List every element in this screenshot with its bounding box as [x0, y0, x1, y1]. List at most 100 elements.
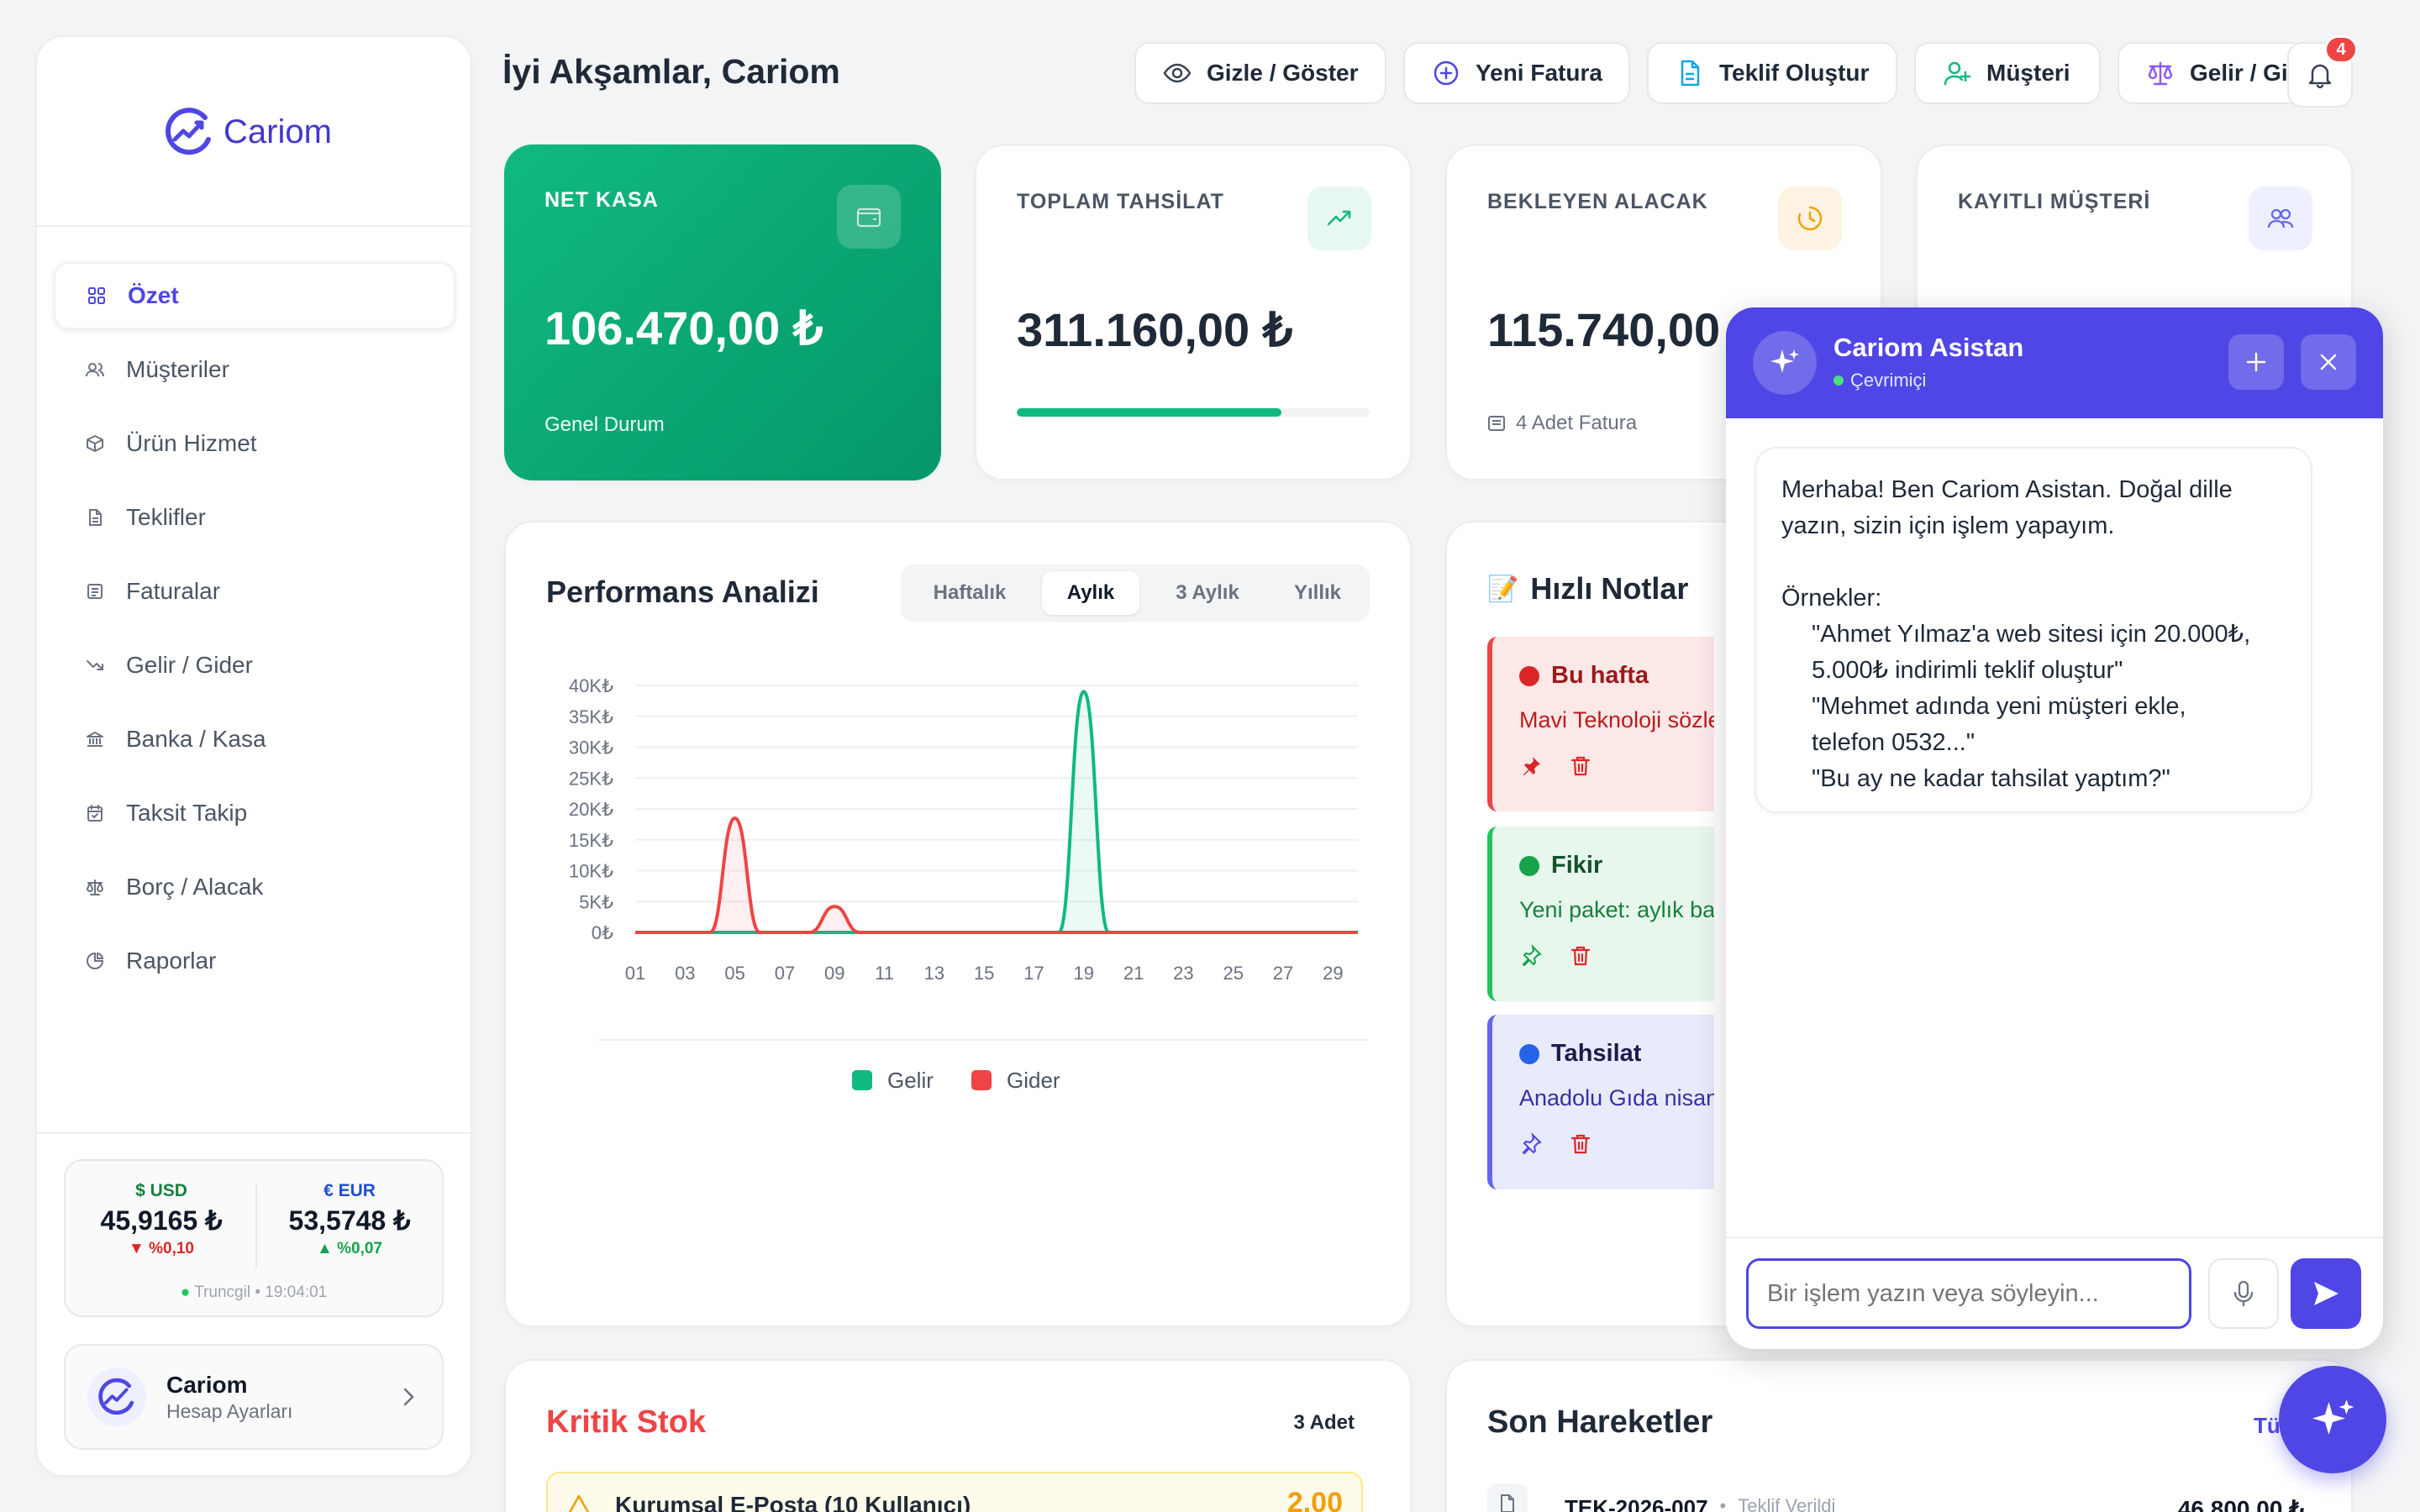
fx-source: ● Truncgil • 19:04:01: [66, 1284, 442, 1302]
cariom-logo-icon: [98, 1378, 134, 1415]
note-card[interactable]: Bu hafta Mavi Teknoloji sözle: [1487, 637, 1714, 811]
sidebar-item-ozet[interactable]: Özet: [54, 262, 455, 329]
send-icon: [2314, 1282, 2338, 1305]
tab-3-aylik[interactable]: 3 Aylık: [1150, 571, 1265, 615]
sidebar-item-label: Faturalar: [126, 578, 221, 604]
critical-stock-count: 3 Adet: [1293, 1411, 1355, 1434]
online-dot-icon: [1833, 375, 1844, 386]
x-tick-label: 11: [875, 963, 894, 984]
assistant-input[interactable]: [1746, 1258, 2191, 1329]
account-name: Cariom: [166, 1371, 248, 1398]
sidebar-item-teklifler[interactable]: Teklifler: [54, 484, 455, 551]
stat-label: BEKLEYEN ALACAK: [1487, 190, 1708, 213]
note-title: Bu hafta: [1551, 662, 1649, 689]
eur-value: 53,5748 ₺: [288, 1205, 411, 1236]
arrow-down-icon: ▼: [129, 1240, 150, 1257]
performance-chart: 0₺ 5K₺ 10K₺ 15K₺ 20K₺ 25K₺ 30K₺ 35K₺ 40K₺ 01 03 05 0…: [569, 675, 1368, 1093]
brand-name: Cariom: [224, 113, 332, 150]
stock-item-qty: 2,00: [1286, 1487, 1343, 1512]
view-all-link[interactable]: Tü: [2254, 1413, 2281, 1439]
usd-change: %0,10: [149, 1240, 194, 1257]
legend-label: Gider: [1007, 1068, 1060, 1093]
stat-footer: 4 Adet Fatura: [1516, 412, 1638, 434]
assistant-status: Çevrimiçi: [1850, 370, 1927, 391]
microphone-icon: [2233, 1280, 2254, 1307]
blue-dot-icon: [1519, 1043, 1539, 1064]
tab-aylik[interactable]: Aylık: [1042, 571, 1139, 615]
warning-icon: [568, 1494, 590, 1512]
voice-input-button[interactable]: [2208, 1258, 2279, 1329]
stat-label: KAYITLI MÜŞTERİ: [1958, 190, 2151, 213]
pin-icon[interactable]: [1519, 754, 1543, 778]
sidebar-item-gelir-gider[interactable]: Gelir / Gider: [54, 632, 455, 699]
cariom-logo-icon: [165, 108, 211, 155]
note-card[interactable]: Tahsilat Anadolu Gıda nisan: [1487, 1015, 1714, 1189]
x-tick-label: 13: [924, 963, 944, 984]
y-tick-label: 25K₺: [569, 768, 613, 789]
usd-label: $ USD: [135, 1181, 187, 1200]
x-tick-label: 07: [775, 963, 795, 984]
scale-icon: [2148, 61, 2173, 86]
sidebar-item-label: Müşteriler: [126, 356, 229, 382]
trash-icon[interactable]: [1570, 754, 1591, 778]
income-expense-button[interactable]: Gelir / Gider: [2118, 42, 2294, 104]
toggle-visibility-button[interactable]: Gizle / Göster: [1134, 42, 1386, 104]
legend-swatch-gider: [971, 1070, 992, 1090]
assistant-name: Cariom Asistan: [1833, 333, 2024, 362]
trash-icon[interactable]: [1570, 1132, 1591, 1156]
message-line: telefon 0532...": [1812, 729, 1975, 756]
clock-icon: [1778, 186, 1842, 250]
stat-value: 115.740,00 ₺: [1487, 303, 1764, 356]
y-tick-label: 0₺: [592, 922, 613, 943]
new-invoice-button[interactable]: Yeni Fatura: [1403, 42, 1630, 104]
assistant-panel: Cariom Asistan Çevrimiçi Merhaba! Ben Ca…: [1726, 307, 2383, 1349]
red-dot-icon: [1519, 665, 1539, 686]
x-tick-label: 15: [974, 963, 994, 984]
sidebar-item-faturalar[interactable]: Faturalar: [54, 558, 455, 625]
button-label: Yeni Fatura: [1476, 60, 1602, 86]
exchange-rates-widget: $ USD 45,9165 ₺ ▼ %0,10 € EUR 53,5748 ₺ …: [64, 1159, 444, 1317]
sidebar-item-musteriler[interactable]: Müşteriler: [54, 336, 455, 403]
message-line: yazın, sizin için işlem yapayım.: [1781, 512, 2115, 539]
scale-icon: [87, 879, 103, 895]
sidebar-item-banka-kasa[interactable]: Banka / Kasa: [54, 706, 455, 773]
grid-icon: [88, 287, 105, 304]
assistant-fab-button[interactable]: [2279, 1366, 2386, 1473]
bank-icon: [87, 732, 103, 747]
sidebar-item-urun-hizmet[interactable]: Ürün Hizmet: [54, 410, 455, 477]
note-title: Tahsilat: [1551, 1040, 1642, 1067]
close-assistant-button[interactable]: [2301, 334, 2356, 390]
trash-icon[interactable]: [1570, 944, 1591, 968]
notes-title: Hızlı Notlar: [1530, 571, 1689, 606]
x-tick-label: 09: [824, 963, 844, 984]
sidebar-item-raporlar[interactable]: Raporlar: [54, 927, 455, 995]
note-card[interactable]: Fikir Yeni paket: aylık bal: [1487, 827, 1714, 1001]
critical-stock-card: Kritik Stok 3 Adet Kurumsal E-Posta (10 …: [504, 1359, 1412, 1512]
x-tick-label: 21: [1123, 963, 1144, 984]
create-quote-button[interactable]: Teklif Oluştur: [1647, 42, 1897, 104]
send-button[interactable]: [2291, 1258, 2361, 1329]
tab-yillik[interactable]: Yıllık: [1272, 571, 1363, 615]
account-settings-button[interactable]: Cariom Hesap Ayarları: [64, 1344, 444, 1450]
notification-badge: 4: [2324, 35, 2358, 64]
x-tick-label: 19: [1074, 963, 1094, 984]
new-chat-button[interactable]: [2228, 334, 2284, 390]
x-tick-label: 27: [1273, 963, 1293, 984]
sidebar-item-borc-alacak[interactable]: Borç / Alacak: [54, 853, 455, 921]
add-customer-button[interactable]: Müşteri: [1914, 42, 2101, 104]
x-tick-label: 25: [1223, 963, 1243, 984]
notifications-button[interactable]: 4: [2287, 35, 2358, 108]
sidebar-item-label: Ürün Hizmet: [126, 430, 257, 456]
stock-item-name: Kurumsal E-Posta (10 Kullanıcı): [615, 1492, 971, 1512]
brand-logo[interactable]: Cariom: [163, 106, 332, 158]
button-label: Gizle / Göster: [1207, 60, 1359, 86]
y-tick-label: 30K₺: [569, 738, 613, 759]
stock-item[interactable]: Kurumsal E-Posta (10 Kullanıcı) 2,00: [546, 1472, 1363, 1512]
live-dot-icon: ●: [180, 1284, 195, 1301]
sidebar-item-taksit-takip[interactable]: Taksit Takip: [54, 780, 455, 847]
x-tick-label: 17: [1023, 963, 1044, 984]
tab-haftalik[interactable]: Haftalık: [908, 571, 1032, 615]
pin-icon[interactable]: [1519, 944, 1543, 968]
box-icon: [87, 435, 103, 452]
pin-icon[interactable]: [1519, 1132, 1543, 1156]
